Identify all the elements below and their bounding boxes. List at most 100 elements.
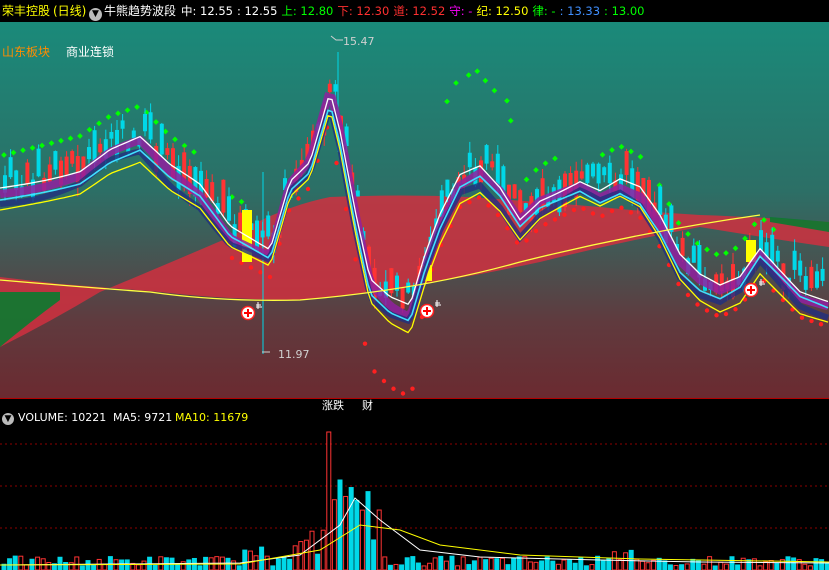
trail-dot bbox=[676, 281, 681, 287]
candle-body bbox=[400, 287, 405, 309]
candle-body bbox=[64, 156, 69, 175]
volume-bar bbox=[287, 558, 293, 570]
dropdown-caret-icon[interactable]: ▼ bbox=[89, 4, 102, 21]
indicator-field: 上: 12.80 bbox=[281, 4, 334, 18]
trail-dot bbox=[638, 215, 643, 220]
candle-body bbox=[445, 179, 450, 197]
volume-bar bbox=[763, 561, 769, 570]
volume-bar bbox=[315, 553, 321, 570]
trail-dot bbox=[334, 160, 339, 166]
candle-body bbox=[680, 237, 685, 256]
volume-chart[interactable] bbox=[0, 425, 829, 570]
candle-body bbox=[70, 151, 75, 164]
low-price-label: 11.97 bbox=[278, 348, 310, 361]
volume-bar bbox=[432, 557, 438, 570]
volume-bar bbox=[365, 491, 371, 570]
volume-bar bbox=[186, 559, 192, 570]
volume-bar bbox=[690, 558, 696, 570]
trail-dot bbox=[248, 265, 254, 270]
volume-bar bbox=[275, 558, 281, 570]
candle-body bbox=[266, 215, 271, 237]
high-price-label: 15.47 bbox=[343, 35, 375, 48]
trail-dot bbox=[391, 386, 396, 391]
candle-body bbox=[669, 205, 674, 232]
trail-dot bbox=[581, 206, 586, 211]
volume-bar bbox=[281, 556, 287, 570]
volume-bar bbox=[617, 559, 623, 570]
candle-body bbox=[518, 190, 523, 213]
trail-dot bbox=[543, 222, 548, 227]
volume-bar bbox=[471, 560, 477, 570]
volume-bar bbox=[527, 561, 533, 570]
period-label[interactable]: (日线) bbox=[53, 3, 86, 19]
concept-tag[interactable]: 商业连锁 bbox=[66, 43, 114, 60]
volume-bar bbox=[499, 557, 505, 570]
volume-bar bbox=[595, 555, 601, 570]
volume-bar bbox=[723, 563, 729, 570]
candle-body bbox=[8, 157, 13, 178]
volume-bar bbox=[354, 499, 360, 570]
volume-bar bbox=[12, 555, 18, 570]
trail-dot bbox=[619, 205, 624, 210]
volume-bar bbox=[242, 549, 248, 570]
dropdown-caret-icon[interactable]: ▼ bbox=[2, 411, 14, 425]
volume-bar bbox=[57, 556, 63, 570]
volume-bar bbox=[393, 563, 399, 570]
candle-body bbox=[803, 276, 808, 290]
candle-body bbox=[798, 260, 803, 276]
trail-dot bbox=[372, 369, 377, 374]
candle-body bbox=[775, 250, 780, 262]
candle-body bbox=[98, 143, 103, 153]
volume-bar bbox=[292, 545, 298, 570]
candle-body bbox=[143, 113, 147, 132]
volume-bar bbox=[483, 559, 489, 570]
sector-tag[interactable]: 山东板块 bbox=[2, 43, 50, 60]
volume-bars bbox=[1, 431, 829, 570]
volume-bar bbox=[707, 556, 713, 570]
volume-bar bbox=[494, 558, 500, 570]
trail-dot bbox=[514, 240, 520, 245]
volume-bar bbox=[600, 559, 606, 570]
volume-bar bbox=[303, 539, 309, 570]
indicator-name[interactable]: 牛熊趋势波段 bbox=[104, 3, 176, 19]
trail-dot bbox=[714, 313, 719, 318]
volume-bar bbox=[572, 562, 578, 570]
candle-body bbox=[221, 179, 226, 213]
trail-dot bbox=[590, 211, 596, 216]
indicator-field: 守: - bbox=[449, 4, 473, 18]
volume-bar bbox=[46, 562, 52, 570]
trail-dot bbox=[628, 210, 634, 215]
volume-bar bbox=[74, 556, 80, 570]
volume-header: ▼ VOLUME: 10221 MA5: 9721 MA10: 11679 bbox=[0, 411, 829, 425]
trail-dot bbox=[353, 257, 358, 262]
volume-bar bbox=[505, 564, 511, 570]
volume-bar bbox=[443, 560, 449, 570]
trail-dot bbox=[495, 212, 501, 218]
trail-dot bbox=[723, 311, 729, 317]
volume-bar bbox=[533, 561, 539, 570]
trail-dot bbox=[695, 302, 700, 307]
volume-bar bbox=[701, 563, 707, 570]
volume-bar bbox=[555, 563, 561, 570]
stock-name[interactable]: 荣丰控股 bbox=[2, 3, 50, 19]
indicator-field: 道: 12.52 bbox=[393, 4, 446, 18]
indicator-field: : 13.00 bbox=[604, 4, 645, 18]
volume-bar bbox=[611, 551, 617, 570]
volume-bar bbox=[410, 556, 416, 570]
trail-dot bbox=[524, 238, 529, 243]
candle-body bbox=[591, 163, 595, 177]
volume-ma5-line bbox=[0, 497, 829, 566]
volume-bar bbox=[673, 564, 679, 570]
candlestick-chart[interactable] bbox=[0, 22, 829, 398]
volume-bar bbox=[567, 559, 573, 570]
volume-bar bbox=[247, 550, 253, 570]
volume-bar bbox=[807, 565, 813, 570]
trail-dot bbox=[818, 322, 824, 327]
candle-body bbox=[36, 148, 41, 177]
volume-bar bbox=[746, 559, 752, 570]
candle-body bbox=[658, 186, 663, 215]
volume-bar bbox=[516, 556, 522, 570]
volume-bar bbox=[645, 562, 651, 570]
candle-body bbox=[585, 164, 590, 183]
volume-bar bbox=[68, 562, 74, 570]
